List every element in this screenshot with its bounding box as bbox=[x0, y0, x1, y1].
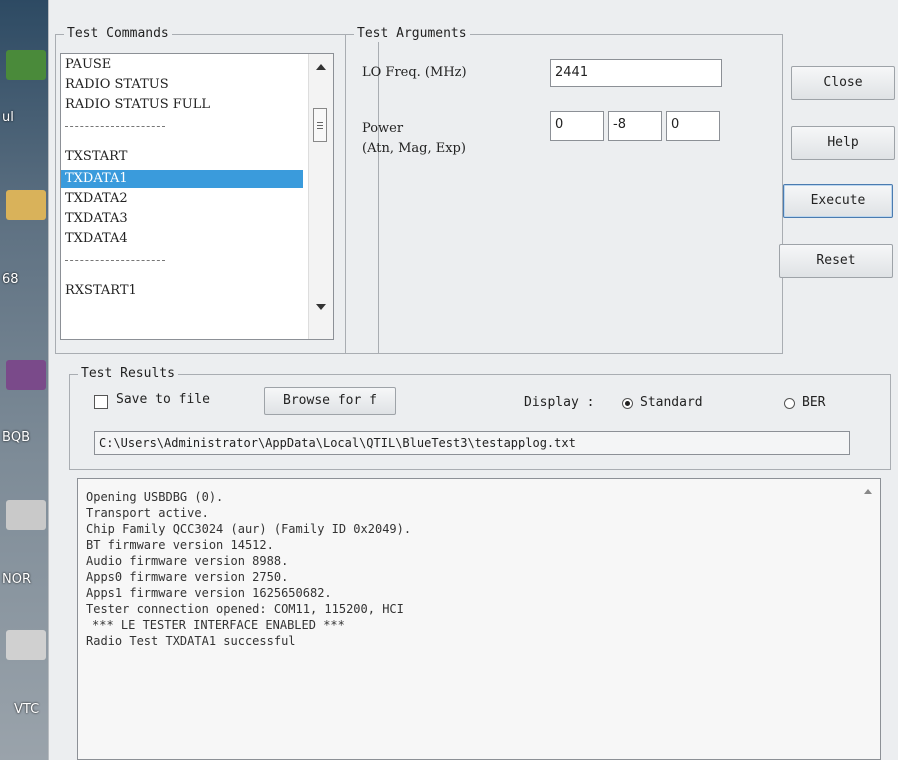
display-label: Display : bbox=[524, 395, 595, 410]
log-line: Apps0 firmware version 2750. bbox=[86, 570, 289, 584]
power-mag-input[interactable]: -8 bbox=[608, 111, 662, 141]
log-scroll-up-icon[interactable] bbox=[864, 489, 872, 494]
desktop-label-2: 68 bbox=[2, 272, 19, 287]
help-button[interactable]: Help bbox=[791, 126, 895, 160]
commands-scrollbar[interactable] bbox=[308, 54, 333, 339]
list-item-selected[interactable]: TXDATA1 bbox=[61, 170, 303, 188]
reset-button[interactable]: Reset bbox=[779, 244, 893, 278]
power-label: Power bbox=[362, 121, 404, 136]
test-results-group: Test Results Save to file Browse for f D… bbox=[69, 366, 891, 470]
grip-line bbox=[317, 125, 323, 126]
power-sublabel: (Atn, Mag, Exp) bbox=[362, 141, 466, 156]
log-line: *** LE TESTER INTERFACE ENABLED *** bbox=[92, 618, 345, 632]
log-line: Apps1 firmware version 1625650682. bbox=[86, 586, 332, 600]
log-line: Opening USBDBG (0). bbox=[86, 490, 224, 504]
log-line: Audio firmware version 8988. bbox=[86, 554, 289, 568]
desktop-file-icon[interactable] bbox=[6, 500, 46, 530]
log-line: BT firmware version 14512. bbox=[86, 538, 274, 552]
scroll-down-icon[interactable] bbox=[316, 304, 326, 310]
lo-freq-input[interactable]: 2441 bbox=[550, 59, 722, 87]
save-to-file-label: Save to file bbox=[116, 392, 210, 407]
desktop-label-1: ul bbox=[2, 110, 14, 125]
desktop-label-3: BQB bbox=[2, 430, 31, 445]
test-results-title: Test Results bbox=[78, 366, 178, 382]
desktop-background: ul 68 BQB NOR VTC bbox=[0, 0, 52, 760]
list-separator bbox=[65, 260, 165, 261]
scroll-thumb[interactable] bbox=[313, 108, 327, 142]
test-commands-title: Test Commands bbox=[64, 26, 172, 42]
scroll-up-icon[interactable] bbox=[316, 64, 326, 70]
desktop-label-4: NOR bbox=[2, 572, 31, 587]
list-item[interactable]: TXDATA2 bbox=[61, 190, 303, 208]
test-arguments-group: Test Arguments LO Freq. (MHz) 2441 Power… bbox=[345, 26, 783, 354]
test-arguments-title: Test Arguments bbox=[354, 26, 470, 42]
browse-button[interactable]: Browse for f bbox=[264, 387, 396, 415]
bluetest-dialog: Test Commands PAUSE RADIO STATUS RADIO S… bbox=[48, 0, 898, 760]
list-item[interactable]: TXSTART bbox=[61, 148, 303, 166]
log-line: Transport active. bbox=[86, 506, 209, 520]
log-line: Chip Family QCC3024 (aur) (Family ID 0x2… bbox=[86, 522, 412, 536]
execute-button[interactable]: Execute bbox=[783, 184, 893, 218]
desktop-folder-icon[interactable] bbox=[6, 190, 46, 220]
grip-line bbox=[317, 128, 323, 129]
standard-radio[interactable] bbox=[622, 398, 633, 409]
desktop-doc-icon[interactable] bbox=[6, 630, 46, 660]
close-button[interactable]: Close bbox=[791, 66, 895, 100]
list-item[interactable]: RXSTART1 bbox=[61, 282, 303, 300]
desktop-app-icon[interactable] bbox=[6, 50, 46, 80]
log-output-area[interactable]: Opening USBDBG (0). Transport active. Ch… bbox=[77, 478, 881, 760]
standard-label: Standard bbox=[640, 395, 703, 410]
log-line: Tester connection opened: COM11, 115200,… bbox=[86, 602, 404, 616]
list-item[interactable]: PAUSE bbox=[61, 56, 303, 74]
list-separator bbox=[65, 126, 165, 127]
test-commands-group: Test Commands PAUSE RADIO STATUS RADIO S… bbox=[55, 26, 379, 354]
radio-selected-dot bbox=[625, 401, 630, 406]
list-item[interactable]: RADIO STATUS bbox=[61, 76, 303, 94]
test-commands-list[interactable]: PAUSE RADIO STATUS RADIO STATUS FULL TXS… bbox=[60, 53, 334, 340]
ber-radio[interactable] bbox=[784, 398, 795, 409]
power-atn-input[interactable]: 0 bbox=[550, 111, 604, 141]
ber-label: BER bbox=[802, 395, 826, 410]
power-exp-input[interactable]: 0 bbox=[666, 111, 720, 141]
save-to-file-checkbox[interactable] bbox=[94, 395, 108, 409]
log-line: Radio Test TXDATA1 successful bbox=[86, 634, 296, 648]
list-item[interactable]: TXDATA3 bbox=[61, 210, 303, 228]
list-item[interactable]: RADIO STATUS FULL bbox=[61, 96, 303, 114]
desktop-archive-icon[interactable] bbox=[6, 360, 46, 390]
lo-freq-label: LO Freq. (MHz) bbox=[362, 65, 467, 80]
grip-line bbox=[317, 122, 323, 123]
list-item[interactable]: TXDATA4 bbox=[61, 230, 303, 248]
log-file-path-field[interactable]: C:\Users\Administrator\AppData\Local\QTI… bbox=[94, 431, 850, 455]
